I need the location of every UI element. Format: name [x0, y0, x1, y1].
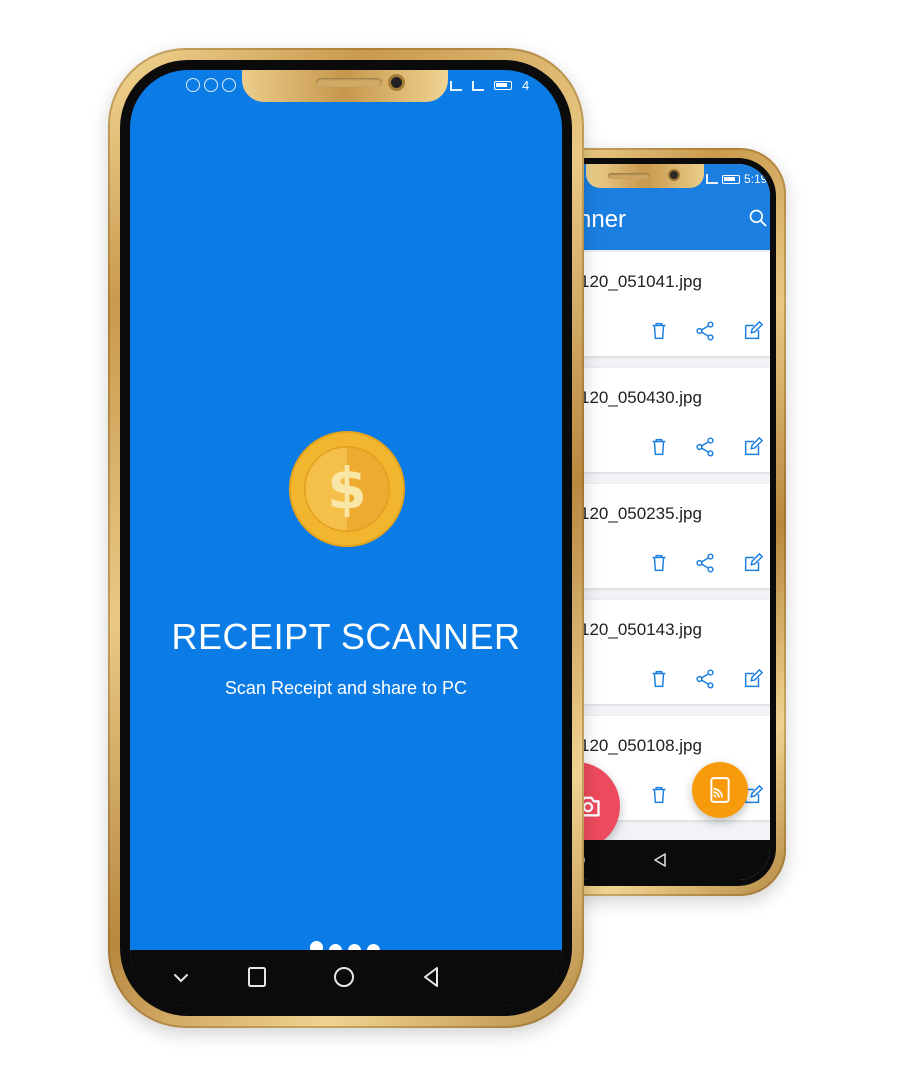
signal-icon [472, 80, 484, 91]
front-phone-frame: 4 $ RECEIPT SCANNER Scan Receipt and sha… [108, 48, 584, 1028]
viber-icon [222, 78, 236, 92]
status-icons: 5:19 [706, 172, 767, 186]
battery-icon [494, 81, 512, 90]
status-icons: 4 [450, 78, 529, 93]
search-icon[interactable] [748, 208, 768, 228]
share-icon[interactable] [694, 668, 716, 690]
file-card[interactable]: 120_051041.jpg [560, 252, 770, 356]
cast-fab-button[interactable] [692, 762, 748, 818]
trash-icon[interactable] [648, 552, 670, 574]
square-icon[interactable] [244, 964, 270, 990]
edit-icon[interactable] [742, 552, 764, 574]
file-name: 120_050108.jpg [580, 736, 702, 755]
app-title: RECEIPT SCANNER [171, 616, 521, 657]
whatsapp-icon [204, 78, 218, 92]
share-icon[interactable] [694, 436, 716, 458]
trash-icon[interactable] [648, 320, 670, 342]
file-card[interactable]: 120_050430.jpg [560, 368, 770, 472]
notification-icons [186, 78, 236, 92]
status-battery-text: 4 [522, 78, 530, 93]
signal-icon [706, 174, 718, 184]
app-bar-title: nner [578, 206, 627, 233]
dollar-sign: $ [327, 457, 367, 523]
file-name: 120_051041.jpg [580, 272, 702, 291]
app-subtitle: Scan Receipt and share to PC [224, 678, 468, 698]
speaker-grille [316, 78, 382, 87]
file-name: 120_050430.jpg [580, 388, 702, 407]
circle-icon[interactable] [331, 964, 357, 990]
battery-icon [722, 174, 740, 184]
cast-icon [710, 777, 730, 803]
trash-icon[interactable] [648, 668, 670, 690]
file-name: 120_050143.jpg [580, 620, 702, 639]
status-time: 5:19 [744, 172, 768, 186]
signal-icon [450, 80, 462, 91]
speaker-grille [608, 173, 650, 179]
trash-icon[interactable] [648, 784, 670, 806]
trash-icon[interactable] [648, 436, 670, 458]
share-icon[interactable] [694, 552, 716, 574]
dollar-coin-icon: $ [288, 430, 406, 548]
back-phone-screen: 5:19 nner 120_051041.jpg 120_050430.jpg [556, 164, 770, 880]
triangle-back-icon[interactable] [652, 852, 668, 868]
chevron-down-icon[interactable] [168, 964, 194, 990]
file-card[interactable]: 120_050235.jpg [560, 484, 770, 588]
front-phone-screen: 4 $ RECEIPT SCANNER Scan Receipt and sha… [130, 70, 562, 1006]
back-notch [586, 164, 704, 188]
file-card[interactable]: 120_050143.jpg [560, 600, 770, 704]
screenshot-icon [186, 78, 200, 92]
back-nav-bar [556, 840, 770, 880]
edit-icon[interactable] [742, 320, 764, 342]
front-nav-bar [130, 950, 562, 1006]
front-camera [668, 169, 680, 181]
front-notch [242, 70, 448, 102]
front-camera [388, 74, 405, 91]
file-name: 120_050235.jpg [580, 504, 702, 523]
edit-icon[interactable] [742, 436, 764, 458]
share-icon[interactable] [694, 320, 716, 342]
app-bar: nner [556, 194, 770, 250]
edit-icon[interactable] [742, 668, 764, 690]
triangle-back-icon[interactable] [418, 964, 444, 990]
